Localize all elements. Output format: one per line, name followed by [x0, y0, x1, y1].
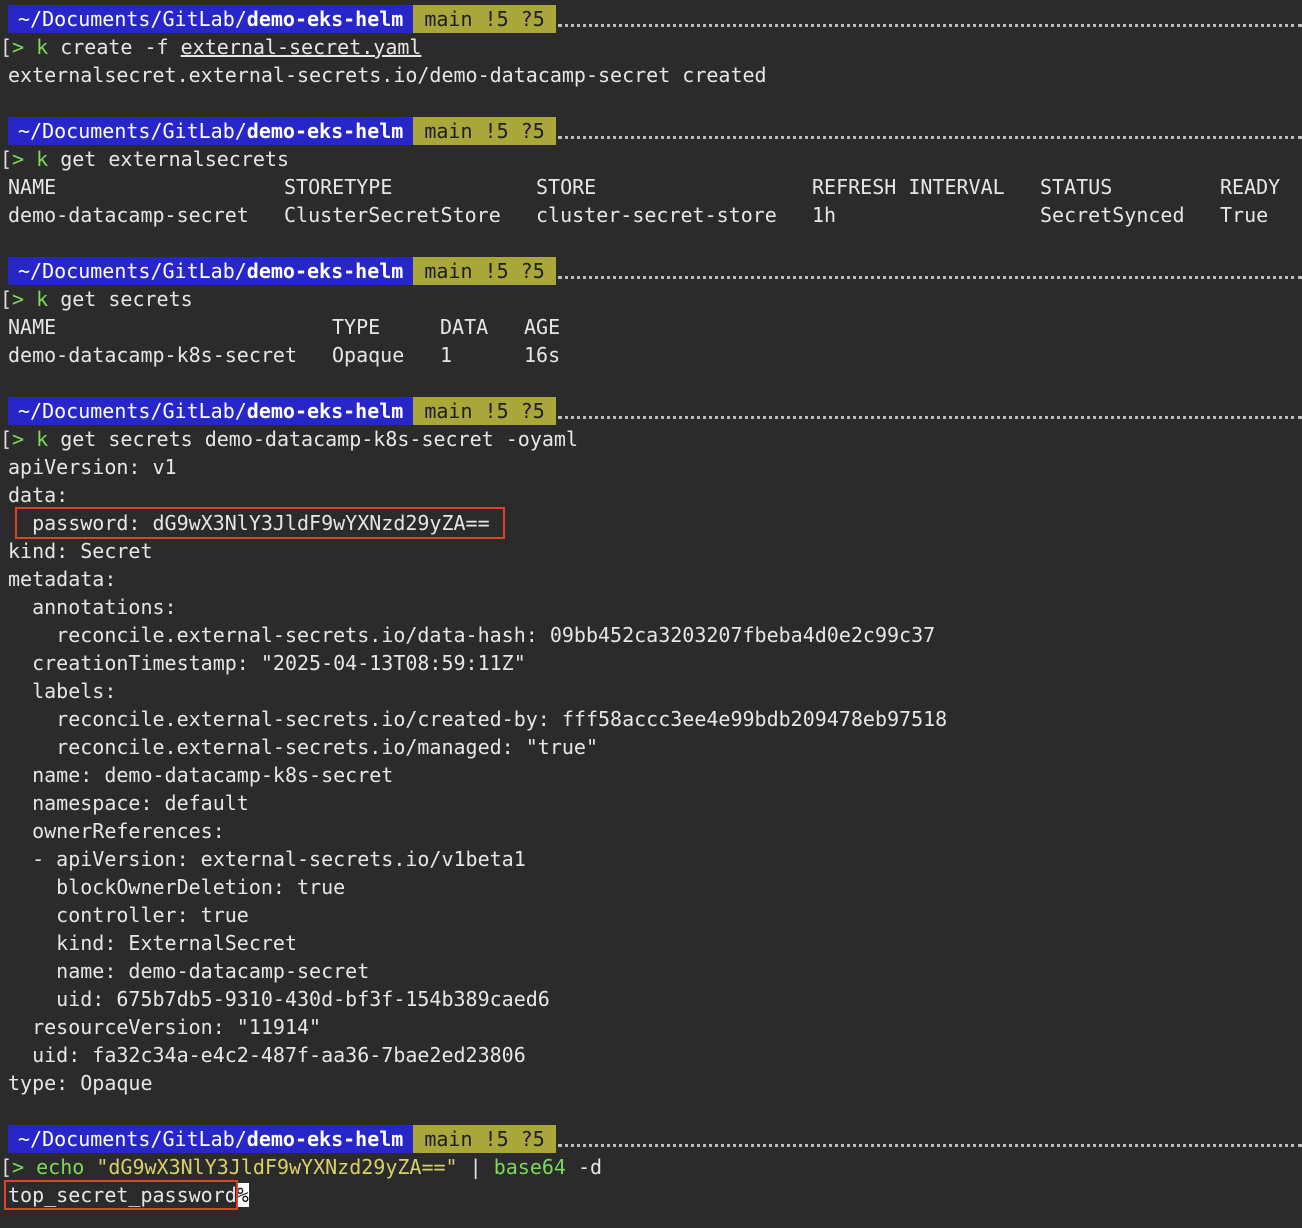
prompt-divider [557, 397, 1302, 419]
table-cell: demo-datacamp-k8s-secret [8, 343, 297, 367]
yaml-line: reconcile.external-secrets.io/managed: "… [8, 735, 599, 759]
yaml-line: annotations: [8, 595, 177, 619]
table-cell: cluster-secret-store [536, 203, 777, 227]
yaml-line: uid: fa32c34a-e4c2-487f-aa36-7bae2ed2380… [8, 1043, 526, 1067]
prompt-bar: ~/Documents/GitLab/demo-eks-helm main !5… [8, 397, 1302, 425]
prompt-divider [557, 117, 1302, 139]
git-status-segment: main !5 ?5 [413, 117, 556, 145]
path-segment: ~/Documents/GitLab/demo-eks-helm [8, 397, 414, 425]
path-segment: ~/Documents/GitLab/demo-eks-helm [8, 257, 414, 285]
table-cell: True [1220, 203, 1269, 227]
git-status-segment: main !5 ?5 [413, 257, 556, 285]
table-header: READY [1220, 175, 1281, 199]
file-link[interactable]: external-secret.yaml [181, 35, 422, 59]
table-header: NAME [8, 175, 57, 199]
table-cell: 1h [812, 203, 837, 227]
yaml-line: kind: Secret [8, 539, 153, 563]
command-line: [> k get secrets demo-datacamp-k8s-secre… [0, 427, 578, 451]
prompt-bar: ~/Documents/GitLab/demo-eks-helm main !5… [8, 1125, 1302, 1153]
yaml-line: name: demo-datacamp-secret [8, 959, 370, 983]
table-header: STATUS [1040, 175, 1113, 199]
terminal-cursor: % [236, 1183, 249, 1207]
prompt-bar: ~/Documents/GitLab/demo-eks-helm main !5… [8, 257, 1302, 285]
command-line: [> k get secrets [0, 287, 193, 311]
yaml-line: creationTimestamp: "2025-04-13T08:59:11Z… [8, 651, 526, 675]
yaml-line: ownerReferences: [8, 819, 225, 843]
table-cell: SecretSynced [1040, 203, 1185, 227]
command-line: [> k get externalsecrets [0, 147, 290, 171]
table-header: STORE [536, 175, 597, 199]
yaml-line: reconcile.external-secrets.io/created-by… [8, 707, 948, 731]
yaml-line: namespace: default [8, 791, 249, 815]
table-cell: 1 [440, 343, 453, 367]
terminal-window[interactable]: ~/Documents/GitLab/demo-eks-helm main !5… [0, 0, 1302, 1228]
decoded-highlight-box [4, 1180, 238, 1210]
table-cell: ClusterSecretStore [284, 203, 501, 227]
prompt-bar: ~/Documents/GitLab/demo-eks-helm main !5… [8, 5, 1302, 33]
yaml-line: kind: ExternalSecret [8, 931, 297, 955]
prompt-divider [557, 5, 1302, 27]
command-line: [> k create -f external-secret.yaml [0, 35, 422, 59]
yaml-line: name: demo-datacamp-k8s-secret [8, 763, 394, 787]
yaml-line: resourceVersion: "11914" [8, 1015, 322, 1039]
yaml-line: metadata: [8, 567, 117, 591]
table-header: STORETYPE [284, 175, 393, 199]
prompt-divider [557, 1125, 1302, 1147]
yaml-line: - apiVersion: external-secrets.io/v1beta… [8, 847, 526, 871]
table-header: REFRESH INTERVAL [812, 175, 1005, 199]
table-header: AGE [524, 315, 561, 339]
table-header: NAME [8, 315, 57, 339]
table-cell: 16s [524, 343, 561, 367]
git-status-segment: main !5 ?5 [413, 5, 556, 33]
password-highlight-box [15, 507, 505, 539]
yaml-line: blockOwnerDeletion: true [8, 875, 346, 899]
prompt-bar: ~/Documents/GitLab/demo-eks-helm main !5… [8, 117, 1302, 145]
path-segment: ~/Documents/GitLab/demo-eks-helm [8, 5, 414, 33]
path-segment: ~/Documents/GitLab/demo-eks-helm [8, 1125, 414, 1153]
yaml-line: data: [8, 483, 69, 507]
command-line: [> echo "dG9wX3NlY3JldF9wYXNzd29yZA==" |… [0, 1155, 603, 1179]
yaml-line: apiVersion: v1 [8, 455, 177, 479]
prompt-divider [557, 257, 1302, 279]
path-segment: ~/Documents/GitLab/demo-eks-helm [8, 117, 414, 145]
command-output: externalsecret.external-secrets.io/demo-… [8, 63, 767, 87]
table-header: TYPE [332, 315, 381, 339]
table-cell: Opaque [332, 343, 405, 367]
git-status-segment: main !5 ?5 [413, 397, 556, 425]
yaml-line: uid: 675b7db5-9310-430d-bf3f-154b389caed… [8, 987, 550, 1011]
table-cell: demo-datacamp-secret [8, 203, 249, 227]
yaml-line: type: Opaque [8, 1071, 153, 1095]
yaml-line: reconcile.external-secrets.io/data-hash:… [8, 623, 936, 647]
table-header: DATA [440, 315, 489, 339]
yaml-line: controller: true [8, 903, 249, 927]
git-status-segment: main !5 ?5 [413, 1125, 556, 1153]
yaml-line: labels: [8, 679, 117, 703]
